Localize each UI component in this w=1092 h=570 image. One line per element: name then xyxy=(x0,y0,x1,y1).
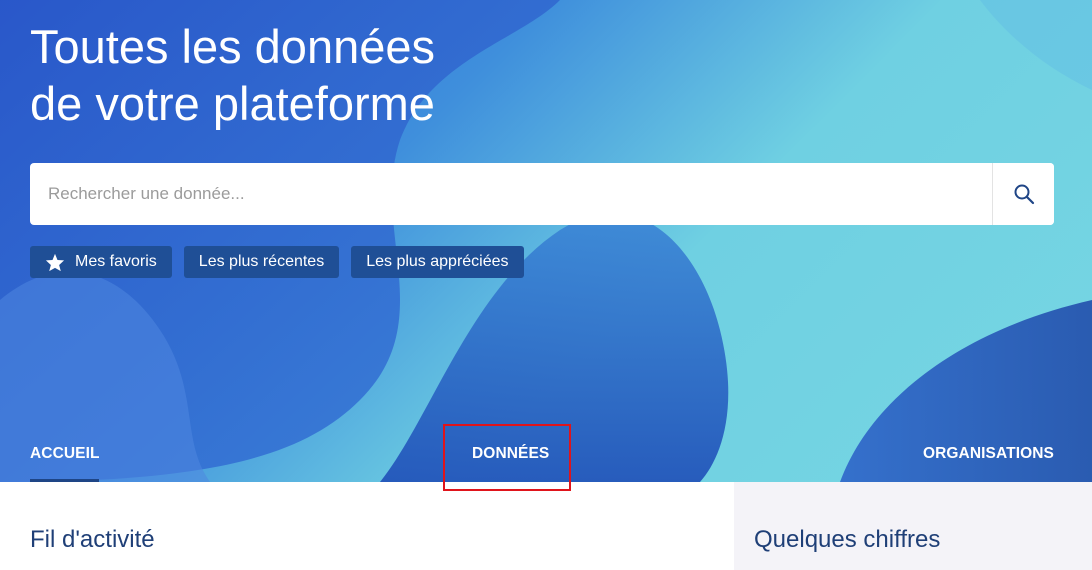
hero-banner: Toutes les données de votre plateforme M… xyxy=(0,0,1092,482)
search-input[interactable] xyxy=(30,163,992,225)
hero-title-line-2: de votre plateforme xyxy=(30,77,435,130)
hero-title-line-1: Toutes les données xyxy=(30,20,436,73)
chip-most-liked[interactable]: Les plus appréciées xyxy=(351,246,524,278)
main-tabs: ACCUEIL DONNÉES ORGANISATIONS xyxy=(0,440,1092,482)
tab-donnees[interactable]: DONNÉES xyxy=(472,440,549,468)
tab-accueil[interactable]: ACCUEIL xyxy=(30,440,100,468)
star-icon xyxy=(45,253,65,271)
hero-title: Toutes les données de votre plateforme xyxy=(30,18,435,132)
figures-title: Quelques chiffres xyxy=(754,526,941,553)
search-bar xyxy=(30,163,1054,225)
chip-most-liked-label: Les plus appréciées xyxy=(366,253,509,270)
chip-most-recent[interactable]: Les plus récentes xyxy=(183,246,340,278)
activity-panel: Fil d'activité xyxy=(0,482,734,570)
quick-filters: Mes favoris Les plus récentes Les plus a… xyxy=(30,246,524,278)
search-icon xyxy=(1014,184,1034,205)
figures-panel: Quelques chiffres xyxy=(734,482,1092,570)
chip-favorites[interactable]: Mes favoris xyxy=(30,246,172,278)
tab-organisations[interactable]: ORGANISATIONS xyxy=(923,440,1054,468)
activity-title: Fil d'activité xyxy=(30,526,155,553)
chip-favorites-label: Mes favoris xyxy=(75,253,157,270)
chip-most-recent-label: Les plus récentes xyxy=(198,253,325,270)
search-button[interactable] xyxy=(992,163,1054,225)
